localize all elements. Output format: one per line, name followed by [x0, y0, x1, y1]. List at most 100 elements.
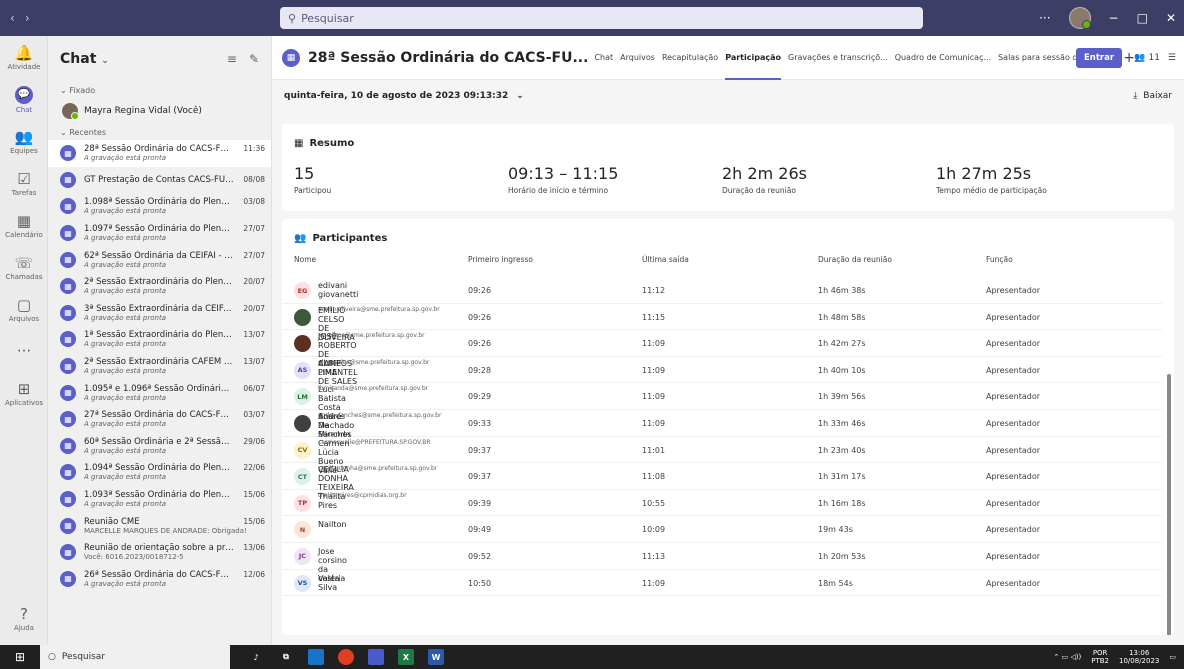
chat-item-date: 13/07	[243, 330, 265, 340]
chat-item-text: 60ª Sessão Ordinária e 2ª Sessão Extr...…	[84, 437, 265, 455]
tab-5[interactable]: Quadro de Comunicaç...	[895, 36, 991, 80]
table-row[interactable]: TP Thalita Pires thalita.pires@cpmidias.or…	[282, 490, 1162, 517]
column-header[interactable]: Nome	[294, 255, 316, 264]
table-row[interactable]: CT CECILIA DONHA TEIXEIRA cecilia.donha@sm…	[282, 463, 1162, 492]
table-row[interactable]: JOSÉ ROBERTO DE CAMPOS LIMA jose.lima@sme…	[282, 330, 1162, 377]
task-view-icon[interactable]: ⧉	[278, 649, 294, 665]
teams-icon[interactable]	[368, 649, 384, 665]
pinned-chat-item[interactable]: Mayra Regina Vidal (Você)	[48, 98, 271, 124]
chat-list-item[interactable]: ▦ 62ª Sessão Ordinária da CEIFAI - 27/0..…	[48, 246, 271, 273]
chrome-icon[interactable]	[338, 649, 354, 665]
cell-dur: 1h 48m 58s	[818, 312, 866, 322]
cell-role: Apresentador	[986, 445, 1041, 455]
close-button[interactable]: ✕	[1166, 11, 1176, 25]
rail-label: Ajuda	[14, 624, 34, 632]
chat-list-item[interactable]: ▦ 1ª Sessão Extraordinária do Pleno CM...…	[48, 326, 271, 353]
column-header[interactable]: Duração da reunião	[818, 255, 892, 264]
language-indicator[interactable]: POR PTB2	[1091, 649, 1109, 665]
cell-first: 09:28	[468, 365, 492, 375]
chat-item-row: 2ª Sessão Extraordinária do Pleno CM... 2…	[84, 277, 265, 287]
list-icon[interactable]: ☰	[1168, 53, 1176, 63]
column-header[interactable]: Função	[986, 255, 1013, 264]
excel-icon[interactable]: X	[398, 649, 414, 665]
table-row[interactable]: CV Carmen Lúcia Bueno Valle carmenvalle@PR…	[282, 437, 1162, 475]
tab-4[interactable]: Gravações e transcriçõ...	[788, 36, 888, 80]
participant-count[interactable]: 👥 11 ☰	[1134, 36, 1176, 80]
window-controls: ··· − □ ✕	[1039, 0, 1176, 36]
rail-item-equipes[interactable]: 👥 Equipes	[0, 122, 48, 162]
maximize-button[interactable]: □	[1137, 11, 1148, 25]
rail-item-atividade[interactable]: 🔔 Atividade	[0, 38, 48, 78]
chat-list-item[interactable]: ▦ 1.095ª e 1.096ª Sessão Ordinária do Pl.…	[48, 379, 271, 406]
minimize-button[interactable]: −	[1109, 11, 1119, 25]
chat-list-item[interactable]: ▦ 28ª Sessão Ordinária do CACS-FUNDE... 11…	[48, 140, 271, 167]
rail-item-arquivos[interactable]: ▢ Arquivos	[0, 290, 48, 330]
rail-item-more[interactable]: ···	[0, 332, 48, 372]
chat-list-item[interactable]: ▦ GT Prestação de Contas CACS-FUNDEB 08/08	[48, 167, 271, 194]
people-icon: 👥	[294, 233, 307, 244]
new-chat-icon[interactable]: ✎	[249, 52, 259, 66]
rail-item-tarefas[interactable]: ☑ Tarefas	[0, 164, 48, 204]
column-header[interactable]: Última saída	[642, 255, 689, 264]
file-explorer-icon[interactable]	[308, 649, 324, 665]
notifications-icon[interactable]: ▭	[1169, 653, 1176, 661]
back-arrow-icon[interactable]: ‹	[10, 11, 15, 25]
table-row[interactable]: JC Jose corsino da costa 09:52 11:13 1h 20m …	[282, 543, 1162, 583]
table-row[interactable]: N Nailton 09:49 10:09 19m 43s Apresentador	[282, 516, 1162, 543]
metric-value: 09:13 – 11:15	[508, 164, 619, 183]
tab-3[interactable]: Participação	[725, 36, 781, 80]
windows-start-icon[interactable]: ⊞	[0, 650, 40, 664]
table-row[interactable]: AS ALINE PIMENTEL DE SALES aline.sales@sme…	[282, 357, 1162, 386]
tab-0[interactable]: Chat	[594, 36, 613, 80]
profile-avatar[interactable]	[1068, 7, 1091, 29]
session-date-selector[interactable]: quinta-feira, 10 de agosto de 2023 09:13…	[284, 91, 524, 101]
chat-list-title[interactable]: Chat ⌄	[60, 51, 109, 67]
word-icon[interactable]: W	[428, 649, 444, 665]
tab-1[interactable]: Arquivos	[620, 36, 655, 80]
meeting-icon: ▦	[60, 570, 76, 587]
avatar: TP	[294, 494, 311, 512]
chat-list-item[interactable]: ▦ 60ª Sessão Ordinária e 2ª Sessão Extr..…	[48, 433, 271, 460]
chat-list-item[interactable]: ▦ 1.098ª Sessão Ordinária do Pleno CM... 0…	[48, 193, 271, 220]
chat-list-item[interactable]: ▦ Reunião CME 15/06 MARCELLE MARQUES DE AND…	[48, 512, 271, 539]
recent-section-label[interactable]: ⌄ Recentes	[48, 124, 271, 140]
chat-list-item[interactable]: ▦ 2ª Sessão Extraordinária do Pleno CM...…	[48, 273, 271, 300]
chat-list-item[interactable]: ▦ 3ª Sessão Extraordinária da CEIFAI de .…	[48, 300, 271, 327]
table-row[interactable]: André Machado Sanches andre.sanches@sme.p…	[282, 410, 1162, 439]
avatar	[294, 335, 311, 353]
tab-2[interactable]: Recapitulação	[662, 36, 718, 80]
rail-label: Chamadas	[5, 273, 43, 281]
chevron-down-icon[interactable]: ⌄	[101, 56, 109, 66]
rail-item-chamadas[interactable]: ☏ Chamadas	[0, 248, 48, 288]
chat-item-title: 1.098ª Sessão Ordinária do Pleno CM...	[84, 197, 234, 208]
rail-item-chat[interactable]: 💬 Chat	[0, 80, 48, 120]
more-options-icon[interactable]: ···	[1039, 11, 1050, 25]
column-header[interactable]: Primeiro ingresso	[468, 255, 533, 264]
chat-list-item[interactable]: ▦ 27ª Sessão Ordinária do CACS-FUNDE... 03…	[48, 406, 271, 433]
chat-list-item[interactable]: ▦ 1.097ª Sessão Ordinária do Pleno CM... 2…	[48, 220, 271, 247]
chat-list-item[interactable]: ▦ Reunião de orientação sobre a presta...…	[48, 539, 271, 566]
pinned-section-label[interactable]: ⌄ Fixado	[48, 82, 271, 98]
download-button[interactable]: ⤓ Baixar	[1133, 91, 1172, 101]
table-row[interactable]: VS Valéria Silva 10:50 11:09 18m 54s Apresent…	[282, 570, 1162, 597]
join-button[interactable]: Entrar	[1076, 48, 1122, 68]
clock[interactable]: 13:06 10/08/2023	[1119, 649, 1159, 665]
add-tab-icon[interactable]: +	[1123, 50, 1135, 66]
rail-item-aplicativos[interactable]: ⊞ Aplicativos	[0, 374, 48, 414]
scrollbar[interactable]	[1167, 374, 1171, 635]
table-row[interactable]: LM Luci Batista Costa Soares De Miranda lb…	[282, 383, 1162, 439]
mic-icon[interactable]: ♪	[248, 649, 264, 665]
network-icon[interactable]: ⌃ ▭ ◁))	[1053, 653, 1081, 661]
filter-icon[interactable]: ≡	[227, 52, 237, 66]
table-row[interactable]: EMILIO CELSO DE OLIVEIRA emilio.oliveira@…	[282, 304, 1162, 342]
chat-list-item[interactable]: ▦ 1.093ª Sessão Ordinária do Pleno CM... 1…	[48, 486, 271, 513]
forward-arrow-icon[interactable]: ›	[25, 11, 30, 25]
global-search-input[interactable]: ⚲ Pesquisar	[280, 7, 923, 29]
rail-item-help[interactable]: ? Ajuda	[0, 599, 48, 639]
chat-list-item[interactable]: ▦ 26ª Sessão Ordinária do CACS-FUNDE... 12…	[48, 566, 271, 593]
table-row[interactable]: EG edivani giovanetti 09:26 11:12 1h 46m 38s…	[282, 277, 1162, 304]
chat-list-item[interactable]: ▦ 2ª Sessão Extraordinária CAFEM - 13/...…	[48, 353, 271, 380]
chat-list-item[interactable]: ▦ 1.094ª Sessão Ordinária do Pleno e 11..…	[48, 459, 271, 486]
taskbar-search[interactable]: ○ Pesquisar	[40, 645, 230, 669]
rail-item-calendário[interactable]: ▦ Calendário	[0, 206, 48, 246]
